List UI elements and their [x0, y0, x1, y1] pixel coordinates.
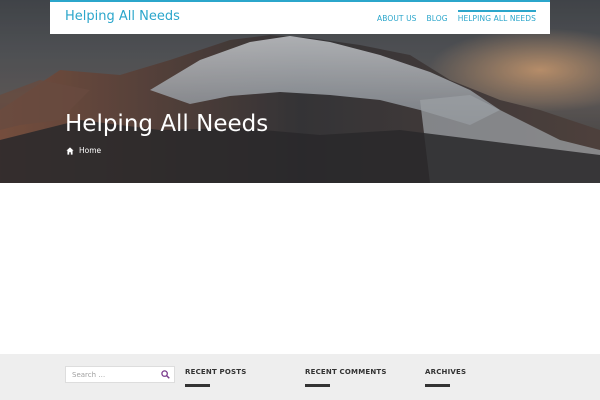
- recent-posts-heading: RECENT POSTS: [185, 368, 247, 376]
- main-nav: ABOUT US BLOG HELPING ALL NEEDS: [377, 2, 537, 34]
- page-title: Helping All Needs: [65, 111, 269, 137]
- recent-posts-underline: [185, 384, 210, 387]
- recent-comments-underline: [305, 384, 330, 387]
- breadcrumb: Home: [66, 146, 101, 155]
- search-form: [65, 366, 175, 383]
- site-brand-link[interactable]: Helping All Needs: [65, 9, 180, 24]
- search-input[interactable]: [66, 367, 158, 382]
- footer-widgets: RECENT POSTS RECENT COMMENTS ARCHIVES: [0, 354, 600, 400]
- recent-comments-heading: RECENT COMMENTS: [305, 368, 387, 376]
- archives-heading: ARCHIVES: [425, 368, 467, 376]
- header-bar: Helping All Needs ABOUT US BLOG HELPING …: [50, 0, 550, 34]
- nav-item-helping-all-needs[interactable]: HELPING ALL NEEDS: [457, 2, 537, 34]
- search-icon[interactable]: [161, 370, 170, 379]
- hero-banner: Helping All Needs ABOUT US BLOG HELPING …: [0, 0, 600, 183]
- nav-item-blog[interactable]: BLOG: [427, 2, 448, 34]
- breadcrumb-home-link[interactable]: Home: [79, 146, 101, 155]
- home-icon: [66, 146, 74, 155]
- nav-item-about-us[interactable]: ABOUT US: [377, 2, 417, 34]
- archives-underline: [425, 384, 450, 387]
